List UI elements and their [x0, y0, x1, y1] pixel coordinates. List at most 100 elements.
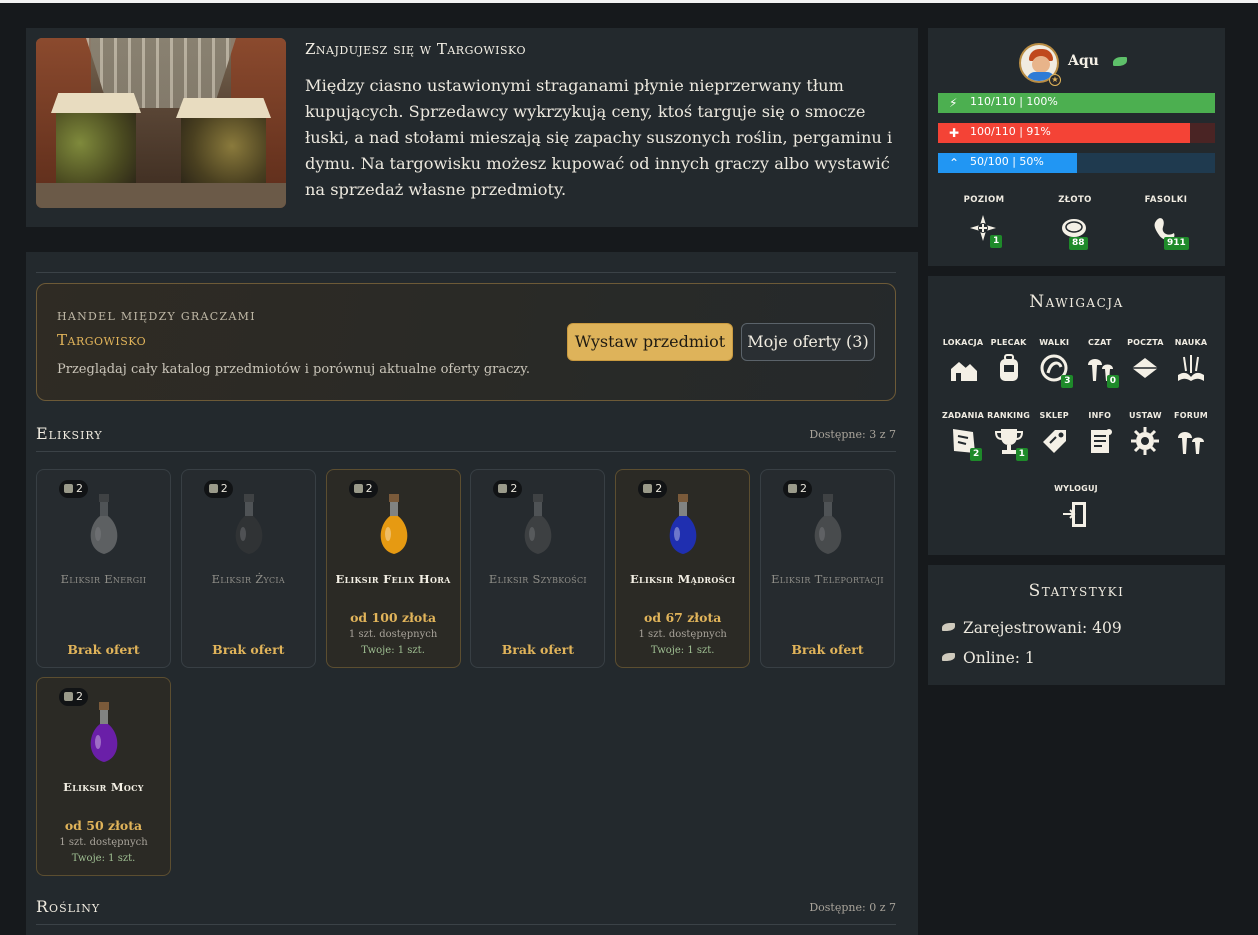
navigation-panel: Nawigacja LOKACJA PLECAK WALKI 3 CZAT 0 POCZTA… [928, 276, 1225, 555]
mail-icon [1132, 358, 1159, 378]
online-label: Online: 1 [963, 649, 1035, 667]
market-hall-image [36, 38, 286, 208]
stat-label: ZŁOTO [1058, 195, 1092, 205]
player-name: Aqu [1068, 53, 1099, 69]
location-title: Znajdujesz się w Targowisko [305, 40, 526, 58]
nav-item-forum[interactable]: FORUM [1169, 411, 1213, 456]
beans-value: 911 [1164, 237, 1189, 250]
chest-icon [64, 484, 73, 493]
item-available: 1 szt. dostępnych [638, 629, 727, 640]
nav-item-info[interactable]: INFO [1078, 411, 1122, 456]
player-panel: ★ Aqu ⚡ 110/110 | 100% ✚ 100/110 | 91% ⌃… [928, 28, 1225, 266]
section-count: Dostępne: 0 z 7 [809, 901, 896, 914]
chevron-up-icon: ⌃ [949, 156, 960, 170]
location-icon [951, 362, 977, 381]
star-icon: ★ [1049, 74, 1061, 86]
item-card[interactable]: 2 Eliksir Teleportacji Brak ofert [760, 469, 895, 668]
item-available: 1 szt. dostępnych [348, 629, 438, 640]
nav-item-poczta[interactable]: POCZTA [1123, 338, 1167, 383]
chest-icon [788, 484, 797, 493]
stat-level[interactable]: POZIOM 1 [954, 195, 1014, 248]
nav-badge: 0 [1106, 375, 1120, 388]
info-scroll-icon [1090, 429, 1112, 453]
health-label: 100/110 | 91% [970, 125, 1051, 138]
chest-icon [208, 484, 218, 493]
market-title: Targowisko [57, 331, 147, 349]
potion-bottle-icon [525, 494, 552, 554]
item-name: Eliksir Energii [60, 572, 147, 586]
market-panel: HANDEL MIĘDZY GRACZAMI Targowisko Przegl… [26, 252, 918, 935]
chest-icon [643, 484, 653, 493]
nav-label: PLECAK [990, 338, 1027, 347]
item-price: od 50 złota [64, 818, 143, 833]
item-name: Eliksir Mocy [63, 780, 144, 794]
chest-icon [64, 692, 73, 701]
potion-bottle-icon [814, 494, 842, 554]
my-offers-button[interactable]: Moje oferty (3) [741, 323, 875, 361]
nav-label: SKLEP [1039, 411, 1069, 420]
item-card[interactable]: 2 Eliksir Felix Hora od 100 złota 1 szt. do… [325, 469, 461, 668]
chest-icon [353, 484, 363, 493]
backpack-icon [999, 354, 1018, 381]
potion-bottle-icon [380, 494, 407, 554]
item-card[interactable]: 2 Eliksir Mądrości od 67 złota 1 szt. dostę… [615, 469, 751, 668]
stat-beans[interactable]: FASOLKI 911 [1136, 195, 1196, 250]
location-description: Między ciasno ustawionymi straganami pły… [305, 76, 893, 199]
nav-item-plecak[interactable]: PLECAK [987, 338, 1031, 383]
no-offers-label: Brak ofert [501, 642, 575, 657]
market-hero: HANDEL MIĘDZY GRACZAMI Targowisko Przegl… [36, 283, 896, 401]
location-panel: Znajdujesz się w Targowisko Między ciasn… [26, 28, 918, 227]
registered-count: Zarejestrowani: 409 [942, 619, 1122, 637]
online-count: Online: 1 [942, 649, 1035, 667]
potion-bottle-icon [90, 702, 118, 762]
item-card[interactable]: 2 Eliksir Szybkości Brak ofert [470, 469, 606, 668]
book-icon [1178, 355, 1204, 381]
bean-icon [942, 653, 955, 661]
experience-label: 50/100 | 50% [970, 155, 1044, 168]
stat-gold[interactable]: ZŁOTO 88 [1045, 195, 1105, 250]
potion-bottle-icon [669, 494, 697, 554]
nav-label: WYLOGUJ [1054, 484, 1098, 493]
item-card[interactable]: 2 Eliksir Energii Brak ofert [36, 469, 171, 668]
nav-item-lokacja[interactable]: LOKACJA [941, 338, 985, 383]
no-offers-label: Brak ofert [212, 642, 285, 657]
top-border [0, 0, 1258, 3]
nav-label: WALKI [1039, 338, 1070, 347]
no-offers-label: Brak ofert [791, 642, 864, 657]
nav-item-zadania[interactable]: ZADANIA 2 [941, 411, 985, 461]
nav-item-ustaw[interactable]: USTAW [1123, 411, 1167, 456]
sell-item-button[interactable]: Wystaw przedmiot [567, 323, 733, 361]
item-name: Eliksir Szybkości [488, 572, 587, 586]
item-card[interactable]: 2 Eliksir Mocy od 50 złota 1 szt. dostępnyc… [36, 677, 171, 876]
section-header-elixirs: Eliksiry Dostępne: 3 z 7 [36, 422, 896, 452]
nav-badge: 2 [970, 448, 983, 461]
level-value: 1 [990, 235, 1003, 248]
nav-item-nauka[interactable]: NAUKA [1169, 338, 1213, 383]
nav-label: CZAT [1088, 338, 1112, 347]
no-offers-label: Brak ofert [67, 642, 140, 657]
logout-door-icon [1063, 502, 1086, 527]
bean-icon [1113, 57, 1127, 66]
lightning-icon: ⚡ [949, 96, 958, 110]
settings-gear-icon [1131, 427, 1160, 455]
nav-item-czat[interactable]: CZAT 0 [1078, 338, 1122, 388]
section-count: Dostępne: 3 z 7 [809, 428, 896, 441]
nav-label: RANKING [987, 411, 1031, 420]
nav-item-wyloguj[interactable]: WYLOGUJ [1054, 484, 1098, 529]
nav-item-ranking[interactable]: RANKING 1 [987, 411, 1031, 461]
nav-label: USTAW [1129, 411, 1162, 420]
experience-bar: ⌃ 50/100 | 50% [938, 153, 1215, 173]
potion-bottle-icon [90, 494, 118, 554]
item-available: 1 szt. dostępnych [59, 837, 148, 848]
bean-icon [942, 623, 955, 631]
shop-tag-icon [1043, 430, 1067, 453]
item-name: Eliksir Felix Hora [335, 572, 451, 586]
item-yours: Twoje: 1 szt. [650, 645, 715, 656]
item-name: Eliksir Teleportacji [771, 572, 884, 586]
stat-label: POZIOM [963, 195, 1005, 205]
nav-item-walki[interactable]: WALKI 3 [1032, 338, 1076, 388]
nav-item-sklep[interactable]: SKLEP [1032, 411, 1076, 456]
nav-label: POCZTA [1127, 338, 1164, 347]
item-card[interactable]: 2 Eliksir Życia Brak ofert [180, 469, 316, 668]
item-name: Eliksir Życia [211, 572, 285, 586]
